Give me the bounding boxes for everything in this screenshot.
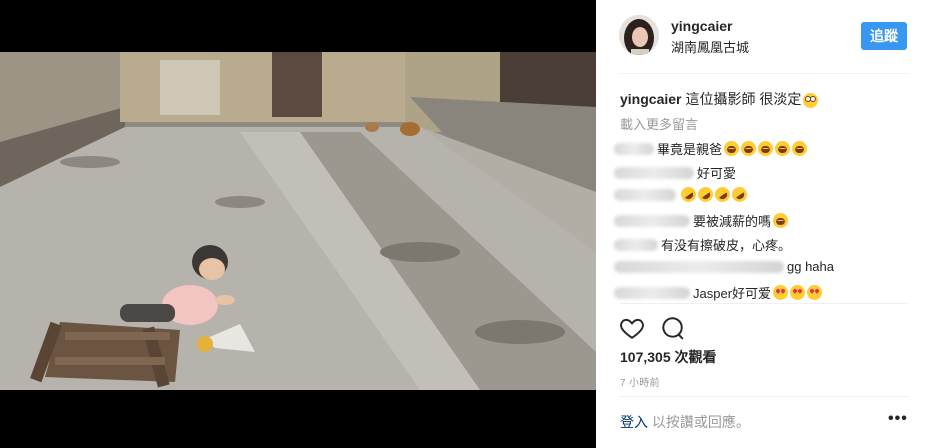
blurred-username [614, 166, 694, 179]
header-divider [620, 73, 908, 74]
load-more-comments-link[interactable]: 載入更多留言 [620, 114, 698, 133]
rolling-laughing-emoji-icon [729, 184, 750, 205]
blurred-username [614, 142, 654, 155]
like-heart-icon[interactable] [619, 315, 645, 341]
comment-text: gg haha [787, 259, 834, 274]
heart-eyes-emoji-icon [807, 285, 823, 300]
rolling-eyes-emoji-icon [803, 92, 819, 108]
rolling-laughing-emoji-icon [712, 184, 733, 205]
comment-text: 要被減薪的嗎 [693, 214, 772, 229]
tears-of-joy-emoji-icon [724, 141, 740, 156]
blurred-username [614, 260, 784, 273]
instagram-post-view: yingcaier 湖南鳳凰古城 追蹤 yingcaier 這位攝影師 很淡定 載… [0, 0, 931, 448]
blurred-username [614, 238, 658, 251]
comment-item: gg haha [614, 259, 834, 274]
blurred-username [614, 286, 690, 299]
comment-item: 有没有擦破皮，心疼。 [614, 235, 791, 254]
avatar-image [619, 15, 659, 55]
comment-text: 好可愛 [697, 166, 737, 181]
comment-item: 好可愛 [614, 163, 736, 182]
comment-item [614, 184, 750, 205]
blurred-username [614, 214, 690, 227]
post-username[interactable]: yingcaier [671, 18, 732, 34]
post-caption: yingcaier 這位攝影師 很淡定 [620, 89, 819, 109]
post-location[interactable]: 湖南鳳凰古城 [671, 37, 749, 56]
footer-divider [620, 396, 908, 397]
comments-divider [620, 303, 908, 304]
heart-eyes-emoji-icon [790, 285, 806, 300]
login-prompt: 登入 以按讚或回應。 [620, 412, 750, 432]
tears-of-joy-emoji-icon [741, 141, 757, 156]
blurred-username [614, 188, 676, 201]
post-timestamp[interactable]: 7 小時前 [620, 374, 660, 389]
post-video[interactable] [0, 52, 596, 390]
comment-text: 畢竟是親爸 [657, 142, 723, 157]
tears-of-joy-emoji-icon [758, 141, 774, 156]
avatar[interactable] [619, 15, 659, 55]
heart-eyes-emoji-icon [773, 285, 789, 300]
view-count[interactable]: 107,305 次觀看 [620, 347, 717, 367]
comment-item: 要被減薪的嗎 [614, 211, 789, 230]
login-link[interactable]: 登入 [620, 414, 648, 430]
follow-button[interactable]: 追蹤 [861, 22, 907, 50]
tears-of-joy-emoji-icon [773, 213, 789, 228]
comment-bubble-icon[interactable] [659, 315, 685, 341]
more-options-icon[interactable]: ••• [888, 410, 908, 428]
comment-text: 有没有擦破皮，心疼。 [661, 238, 792, 253]
caption-text: 這位攝影師 很淡定 [685, 91, 802, 107]
post-side-panel: yingcaier 湖南鳳凰古城 追蹤 yingcaier 這位攝影師 很淡定 載… [596, 0, 931, 448]
comment-text: Jasper好可爱 [693, 286, 772, 301]
rolling-laughing-emoji-icon [695, 184, 716, 205]
media-area [0, 0, 596, 448]
tears-of-joy-emoji-icon [775, 141, 791, 156]
login-prompt-text: 以按讚或回應。 [648, 414, 750, 430]
rolling-laughing-emoji-icon [678, 184, 699, 205]
comment-item: Jasper好可爱 [614, 283, 823, 302]
comment-item: 畢竟是親爸 [614, 139, 808, 158]
tears-of-joy-emoji-icon [792, 141, 808, 156]
caption-username[interactable]: yingcaier [620, 91, 681, 107]
